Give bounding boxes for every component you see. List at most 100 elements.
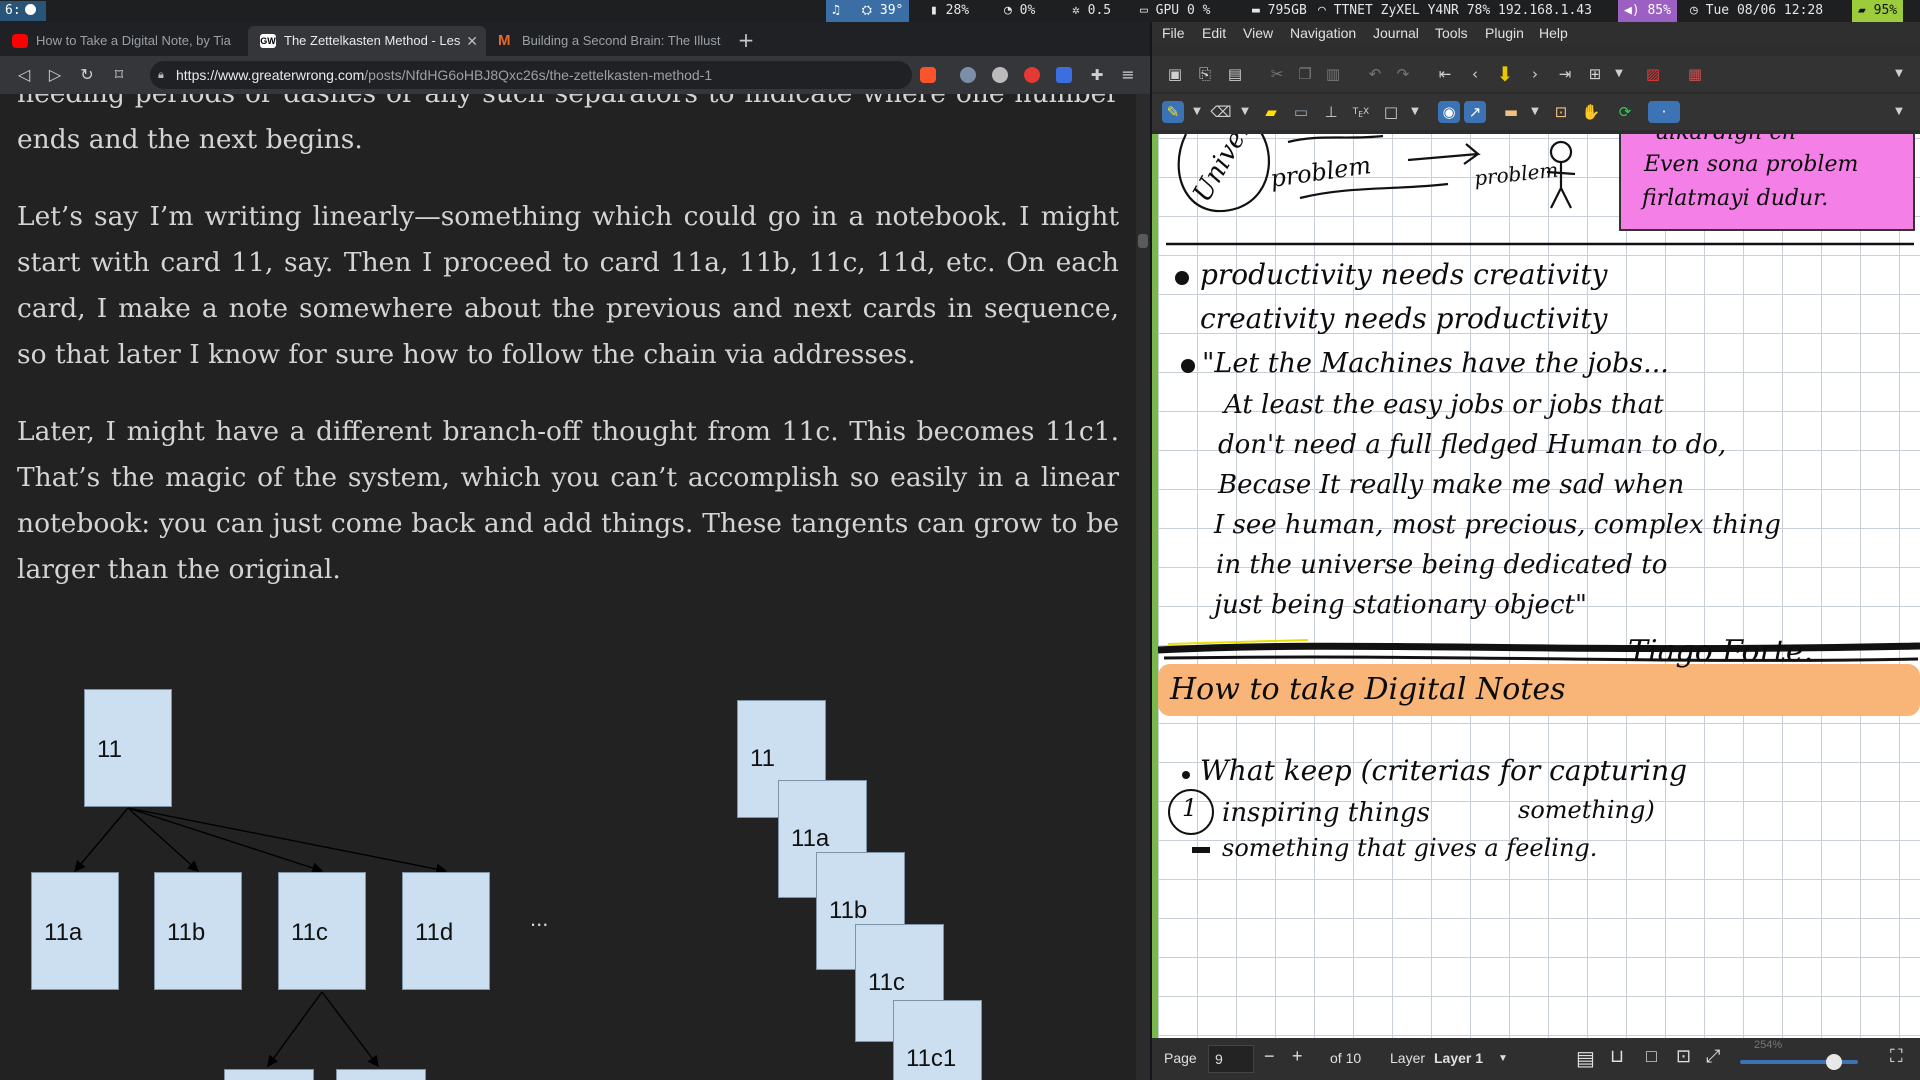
tab-digital-note[interactable]: How to Take a Digital Note, by Tia: [0, 26, 248, 56]
toolbar-overflow-icon[interactable]: ▼: [1888, 63, 1910, 85]
undo-icon[interactable]: ↶: [1364, 63, 1386, 85]
last-page-icon[interactable]: ⇥: [1554, 63, 1576, 85]
color-picker-icon[interactable]: ·: [1648, 101, 1680, 123]
page-number-input[interactable]: [1208, 1045, 1254, 1073]
sync-icon[interactable]: ⟳: [1614, 101, 1636, 123]
menu-edit[interactable]: Edit: [1202, 22, 1226, 44]
fit-width-icon[interactable]: ⊡: [1676, 1046, 1691, 1067]
menu-journal[interactable]: Journal: [1373, 22, 1419, 44]
quote-line: "Let the Machines have the jobs...: [1202, 348, 1669, 379]
tab-second-brain[interactable]: M Building a Second Brain: The Illust: [486, 26, 724, 56]
hand-icon[interactable]: ✋: [1580, 101, 1602, 123]
zoom-fit-icon[interactable]: ⤢: [1706, 1046, 1720, 1067]
save-icon[interactable]: ▣: [1164, 63, 1186, 85]
notebook-page[interactable]: Univer problem problem alkardigh cn Even…: [1158, 134, 1920, 1038]
reload-icon[interactable]: ↻: [75, 63, 99, 87]
fullscreen-icon[interactable]: ▦: [1684, 63, 1706, 85]
menu-tools[interactable]: Tools: [1435, 22, 1468, 44]
card-label: 11a: [791, 825, 830, 852]
bookmark-icon[interactable]: ⌑: [107, 63, 131, 87]
quote-line: I see human, most precious, complex thin…: [1214, 510, 1781, 540]
previous-page-icon[interactable]: ‹: [1464, 63, 1486, 85]
monitor-icon: ▭: [1140, 3, 1156, 18]
layer-select[interactable]: Layer 1: [1434, 1050, 1483, 1066]
pink-note-line: alkardigh cn: [1656, 134, 1796, 145]
ruler-icon[interactable]: ↗: [1464, 101, 1486, 123]
extension-icon[interactable]: [1024, 67, 1040, 83]
delete-page-icon[interactable]: ▨: [1642, 63, 1664, 85]
vertical-space-icon[interactable]: ⊥: [1320, 101, 1342, 123]
dropdown-icon[interactable]: ▼: [1608, 63, 1630, 85]
paste-icon[interactable]: ▥: [1322, 63, 1344, 85]
next-page-icon[interactable]: ›: [1524, 63, 1546, 85]
card-child: [224, 1069, 314, 1080]
image-icon[interactable]: ▭: [1290, 101, 1312, 123]
latex-icon[interactable]: TEX: [1350, 101, 1372, 123]
extension-icon[interactable]: [960, 67, 976, 83]
fullscreen-toggle-icon[interactable]: ⛶: [1890, 1046, 1903, 1067]
medium-icon: M: [498, 32, 511, 49]
bullet-line: creativity needs productivity: [1200, 302, 1608, 335]
dropdown-icon[interactable]: ▼: [1404, 101, 1426, 123]
dropdown-icon[interactable]: ▼: [1186, 101, 1208, 123]
dropdown-icon[interactable]: ▼: [1234, 101, 1256, 123]
zoom-slider-handle[interactable]: [1826, 1054, 1842, 1070]
open-icon[interactable]: ▤: [1224, 63, 1246, 85]
menu-icon[interactable]: ≡: [1116, 63, 1140, 87]
xournal-window: File Edit View Navigation Journal Tools …: [1152, 22, 1920, 1080]
battery-small-status: ▮ 28%: [930, 0, 969, 22]
workspace-indicator[interactable]: 6:: [0, 1, 46, 21]
brave-shield-icon[interactable]: [920, 67, 936, 83]
page-scrollbar[interactable]: [1136, 94, 1150, 1080]
card-label: 11: [750, 745, 775, 772]
new-tab-button[interactable]: +: [734, 28, 758, 52]
page-increment-button[interactable]: +: [1292, 1046, 1303, 1067]
menu-view[interactable]: View: [1243, 22, 1273, 44]
toolbar-overflow-icon[interactable]: ▼: [1888, 101, 1910, 123]
volume-status[interactable]: ◀) 85%: [1618, 0, 1677, 22]
bitwarden-icon[interactable]: [1056, 67, 1072, 83]
zoom-value: 254%: [1754, 1039, 1783, 1051]
rectangle-icon[interactable]: □: [1380, 101, 1402, 123]
section-heading: How to take Digital Notes: [1170, 672, 1566, 707]
menu-navigation[interactable]: Navigation: [1290, 22, 1356, 44]
chevron-down-icon[interactable]: ▼: [1498, 1053, 1508, 1064]
forward-icon[interactable]: ▷: [43, 63, 67, 87]
cut-icon[interactable]: ✂: [1266, 63, 1288, 85]
highlighter-icon[interactable]: ▰: [1260, 101, 1282, 123]
address-bar[interactable]: 🔒︎ https://www.greaterwrong.com/posts/Nf…: [150, 61, 912, 89]
disk-status: ▬ 795GB: [1252, 0, 1307, 22]
page-label: Page: [1164, 1050, 1197, 1066]
back-icon[interactable]: ◁: [12, 63, 36, 87]
bullet-line: productivity needs creativity: [1200, 258, 1608, 291]
redo-icon[interactable]: ↷: [1392, 63, 1414, 85]
pen-icon[interactable]: ✎: [1162, 101, 1184, 123]
goto-page-icon[interactable]: ⬇: [1494, 63, 1516, 85]
card-label: 11a: [44, 919, 83, 946]
tab-zettelkasten[interactable]: GW The Zettelkasten Method - Les ✕: [248, 26, 486, 56]
menu-file[interactable]: File: [1162, 22, 1185, 44]
menu-plugin[interactable]: Plugin: [1485, 22, 1524, 44]
select-rectangle-icon[interactable]: ▬: [1500, 101, 1522, 123]
pair-view-icon[interactable]: ⊔: [1610, 1046, 1624, 1067]
extension-icon[interactable]: [992, 67, 1008, 83]
shape-recognizer-icon[interactable]: ◉: [1438, 101, 1460, 123]
export-icon[interactable]: ⎘: [1194, 63, 1216, 85]
close-tab-icon[interactable]: ✕: [466, 26, 478, 56]
clock-status: ◷ Tue 08/06 12:28: [1690, 0, 1823, 22]
text-icon[interactable]: ⊡: [1550, 101, 1572, 123]
card-child: [336, 1069, 426, 1080]
eraser-icon[interactable]: ⌫: [1210, 101, 1232, 123]
lock-icon: 🔒︎: [158, 69, 164, 81]
new-page-icon[interactable]: ⊞: [1584, 63, 1606, 85]
first-page-icon[interactable]: ⇤: [1434, 63, 1456, 85]
page-decrement-button[interactable]: −: [1264, 1046, 1275, 1067]
article-content: needing periods or dashes or any such se…: [0, 94, 1134, 1080]
dropdown-icon[interactable]: ▼: [1524, 101, 1546, 123]
copy-icon[interactable]: ❐: [1294, 63, 1316, 85]
scrollbar-thumb[interactable]: [1138, 234, 1148, 248]
puzzle-icon[interactable]: ✚: [1085, 63, 1109, 87]
fit-page-icon[interactable]: □: [1646, 1046, 1657, 1067]
book-view-icon[interactable]: ▤: [1576, 1046, 1595, 1071]
menu-help[interactable]: Help: [1539, 22, 1568, 44]
